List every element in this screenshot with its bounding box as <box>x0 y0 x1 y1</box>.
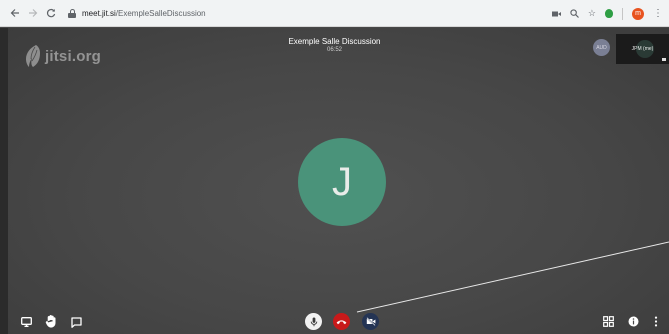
profile-avatar[interactable]: m <box>632 7 644 20</box>
browser-menu-icon[interactable]: ⋮ <box>653 8 663 19</box>
zoom-icon[interactable] <box>570 9 579 18</box>
video-muted-indicator-icon <box>662 58 666 61</box>
participant-thumbnail-avatar[interactable]: AUD <box>593 39 610 56</box>
camera-permission-icon[interactable] <box>551 11 561 17</box>
hangup-icon <box>336 319 347 324</box>
chat-button[interactable] <box>70 316 82 328</box>
conference-title: Exemple Salle Discussion <box>288 37 381 46</box>
video-off-icon <box>366 317 375 326</box>
url-host: meet.jit.si <box>82 8 116 18</box>
bookmark-star-icon[interactable]: ☆ <box>588 8 596 19</box>
screen-share-icon <box>21 317 32 327</box>
browser-actions: ☆ m ⋮ <box>551 0 663 27</box>
url-path: /ExempleSalleDiscussion <box>115 8 206 18</box>
extension-icon[interactable] <box>605 9 613 18</box>
address-bar[interactable]: meet.jit.si/ExempleSalleDiscussion <box>68 3 206 23</box>
back-button[interactable] <box>8 6 22 20</box>
reload-button[interactable] <box>44 6 58 20</box>
participant-avatar-label: AUD <box>596 44 607 51</box>
more-options-button[interactable] <box>652 315 660 327</box>
tile-view-icon <box>602 315 614 327</box>
browser-toolbar: meet.jit.si/ExempleSalleDiscussion ☆ m ⋮ <box>0 0 669 27</box>
microphone-icon <box>310 317 317 326</box>
chat-icon <box>70 316 82 328</box>
raise-hand-icon <box>45 314 56 328</box>
stage-edge <box>0 28 8 334</box>
raise-hand-button[interactable] <box>44 314 58 328</box>
info-icon <box>628 316 638 326</box>
screen-share-button[interactable] <box>20 316 33 328</box>
tile-view-button[interactable] <box>602 315 614 327</box>
lock-icon <box>68 8 76 18</box>
more-icon <box>654 316 658 326</box>
toolbar-separator <box>622 7 623 20</box>
arrow-left-icon <box>10 9 19 17</box>
self-view-thumbnail[interactable]: JPM (me) <box>616 34 669 64</box>
conference-timer: 06:52 <box>326 47 342 53</box>
camera-button[interactable] <box>362 313 379 330</box>
reload-icon <box>46 8 56 18</box>
main-avatar-initial: J <box>332 159 352 204</box>
url-text: meet.jit.si/ExempleSalleDiscussion <box>82 9 206 18</box>
microphone-button[interactable] <box>305 313 322 330</box>
arrow-right-icon <box>29 9 38 17</box>
forward-button[interactable] <box>26 6 40 20</box>
profile-initial: m <box>635 10 641 17</box>
self-view-label: JPM (me) <box>631 46 654 52</box>
conference-header: Exemple Salle Discussion 06:52 <box>0 37 669 53</box>
info-button[interactable] <box>627 315 639 327</box>
hangup-button[interactable] <box>333 313 350 330</box>
main-participant-avatar: J <box>298 138 386 226</box>
